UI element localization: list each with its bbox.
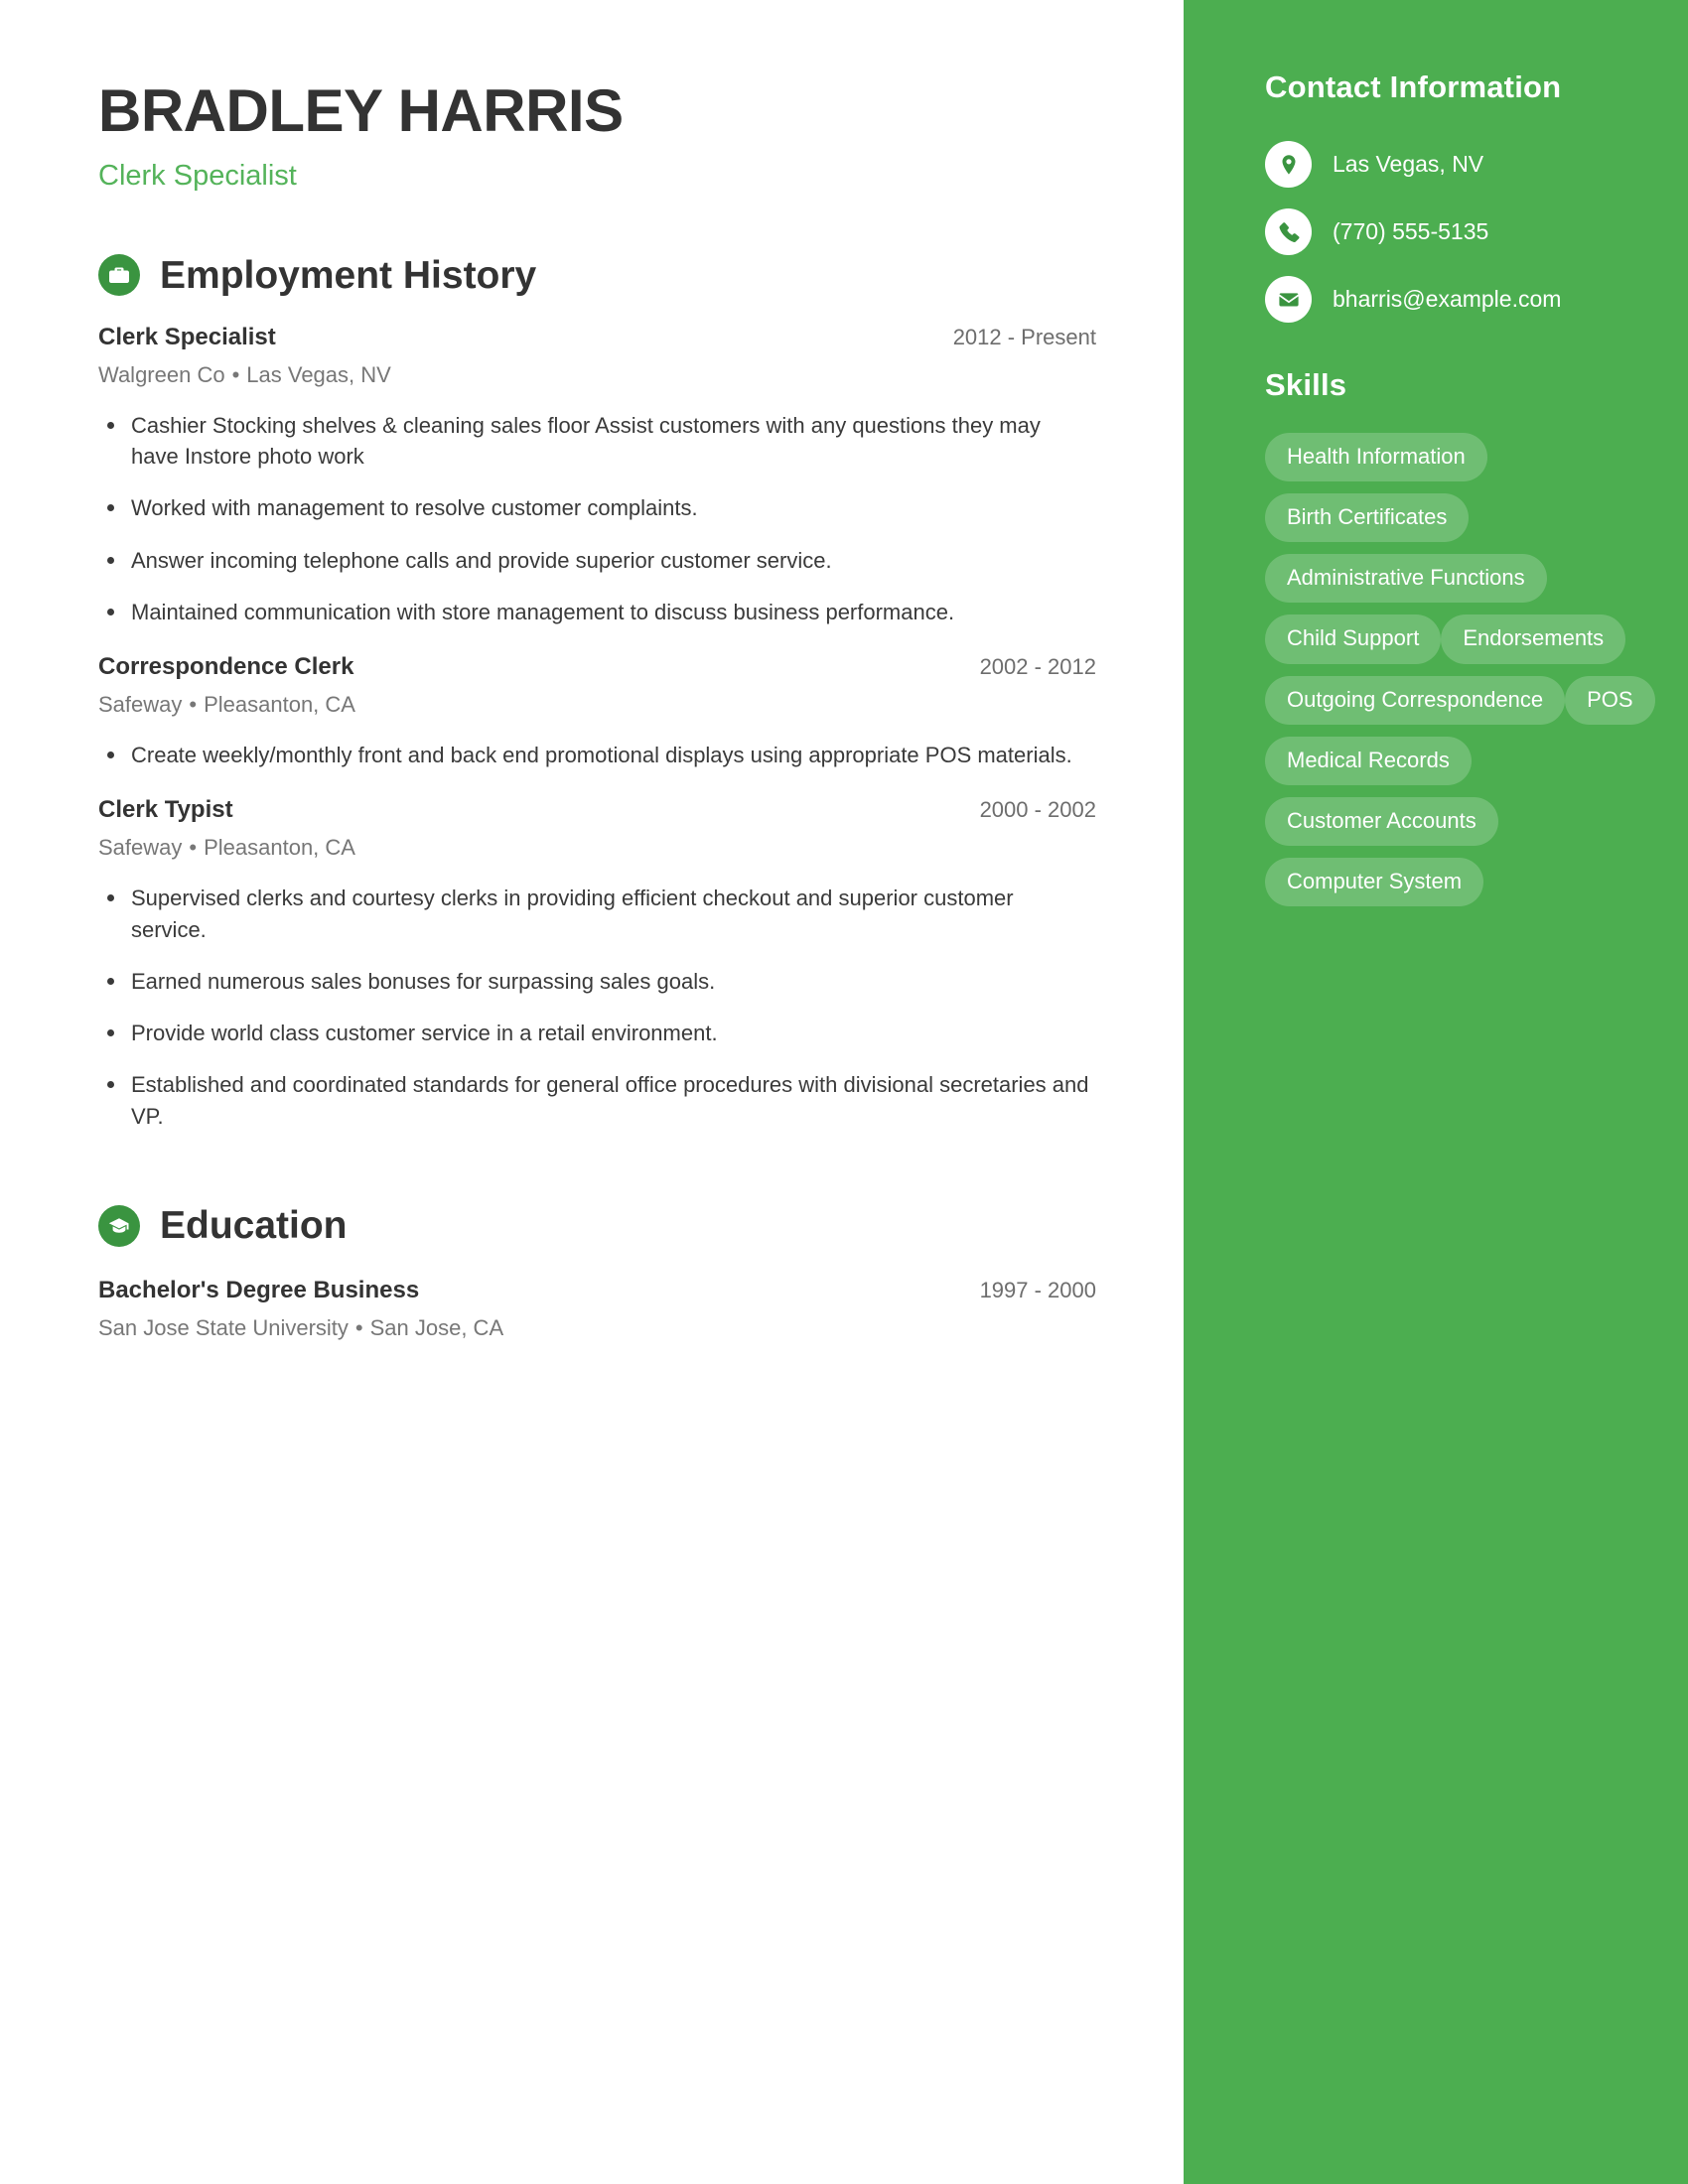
meta-separator: •	[231, 362, 240, 387]
entry-bullet: Create weekly/monthly front and back end…	[98, 740, 1091, 770]
map-pin-icon	[1265, 141, 1312, 188]
candidate-job-title: Clerk Specialist	[98, 160, 297, 192]
entry-location: Pleasanton, CA	[204, 835, 355, 861]
skill-pill: POS	[1565, 675, 1655, 725]
skill-pill: Administrative Functions	[1265, 554, 1547, 604]
meta-separator: •	[189, 835, 198, 861]
entry-location: Las Vegas, NV	[246, 362, 391, 387]
contact-list: Las Vegas, NV (770) 555-5135 bharris@examp…	[1265, 141, 1688, 323]
entry-school: San Jose State University	[98, 1314, 349, 1340]
skill-pill: Birth Certificates	[1265, 493, 1470, 543]
meta-separator: •	[189, 692, 198, 718]
entry-bullet: Supervised clerks and courtesy clerks in…	[98, 883, 1091, 944]
phone-icon	[1265, 208, 1312, 255]
employment-entry: Correspondence Clerk 2002 - 2012 Safeway • P…	[98, 653, 1096, 770]
entry-job-title: Clerk Specialist	[98, 324, 276, 350]
graduation-cap-icon	[98, 1204, 140, 1247]
entry-location: Pleasanton, CA	[204, 692, 355, 718]
entry-header-row: Clerk Specialist 2012 - Present	[98, 324, 1096, 351]
entry-dates: 2012 - Present	[952, 325, 1096, 349]
entry-bullet: Worked with management to resolve custom…	[98, 492, 1091, 523]
entry-job-title: Clerk Typist	[98, 796, 233, 824]
entry-company: Safeway	[98, 835, 183, 861]
entry-bullet: Answer incoming telephone calls and prov…	[98, 545, 1091, 576]
entry-dates: 2000 - 2002	[979, 797, 1096, 823]
entry-company: Walgreen Co	[98, 362, 225, 387]
entry-bullet-list: Create weekly/monthly front and back end…	[98, 740, 1091, 770]
entry-dates: 1997 - 2000	[979, 1277, 1096, 1302]
entry-company-location: Safeway • Pleasanton, CA	[98, 835, 1084, 861]
contact-value: bharris@example.com	[1333, 286, 1562, 312]
contact-row[interactable]: Las Vegas, NV	[1265, 141, 1688, 188]
skill-pill: Endorsements	[1441, 614, 1626, 664]
employment-section-header: Employment History	[98, 254, 1084, 296]
contact-row[interactable]: bharris@example.com	[1265, 276, 1688, 323]
contact-value: Las Vegas, NV	[1333, 151, 1484, 177]
candidate-name: BRADLEY HARRIS	[98, 77, 624, 144]
entry-location: San Jose, CA	[369, 1314, 504, 1340]
entry-degree-title: Bachelor's Degree Business	[98, 1276, 420, 1303]
contact-information-heading: Contact Information	[1265, 69, 1562, 104]
skill-pill: Medical Records	[1265, 736, 1472, 785]
employment-entry: Clerk Specialist 2012 - Present Walgreen C…	[98, 324, 1096, 627]
entry-job-title: Correspondence Clerk	[98, 653, 354, 681]
envelope-icon	[1265, 276, 1312, 323]
contact-value: (770) 555-5135	[1333, 218, 1489, 244]
meta-separator: •	[354, 1314, 363, 1340]
main-content-column: BRADLEY HARRIS Clerk Specialist Employme…	[0, 0, 1184, 2184]
entry-bullet-list: Supervised clerks and courtesy clerks in…	[98, 883, 1091, 1131]
sidebar: Contact Information Las Vegas, NV (770) 5…	[1184, 0, 1688, 2184]
entry-bullet-list: Cashier Stocking shelves & cleaning sale…	[98, 410, 1091, 627]
briefcase-icon	[98, 254, 140, 296]
entry-dates: 2002 - 2012	[979, 654, 1096, 680]
entry-header-row: Correspondence Clerk 2002 - 2012	[98, 653, 1096, 681]
skill-pill: Outgoing Correspondence	[1265, 675, 1566, 725]
entry-company-location: Walgreen Co • Las Vegas, NV	[98, 362, 1084, 388]
employment-section-title: Employment History	[160, 253, 537, 297]
entry-bullet: Provide world class customer service in …	[98, 1018, 1091, 1048]
resume-page: BRADLEY HARRIS Clerk Specialist Employme…	[0, 0, 1688, 2184]
education-entry: Bachelor's Degree Business 1997 - 2000 San…	[98, 1277, 1096, 1341]
entry-company: Safeway	[98, 692, 183, 718]
entry-bullet: Cashier Stocking shelves & cleaning sale…	[98, 410, 1091, 472]
employment-entries-list: Clerk Specialist 2012 - Present Walgreen C…	[98, 324, 1096, 1132]
entry-school-location: San Jose State University • San Jose, CA	[98, 1315, 1084, 1341]
entry-company-location: Safeway • Pleasanton, CA	[98, 692, 1084, 718]
entry-header-row: Clerk Typist 2000 - 2002	[98, 796, 1096, 824]
skill-pill: Health Information	[1265, 433, 1487, 482]
skills-list: Health Information Birth Certificates Admi…	[1265, 433, 1688, 918]
employment-entry: Clerk Typist 2000 - 2002 Safeway • Pleasanto…	[98, 796, 1096, 1131]
education-section-header: Education	[98, 1204, 1084, 1248]
education-entries-list: Bachelor's Degree Business 1997 - 2000 San…	[98, 1277, 1096, 1341]
entry-bullet: Earned numerous sales bonuses for surpas…	[98, 966, 1091, 997]
skill-pill: Customer Accounts	[1265, 796, 1498, 847]
contact-row[interactable]: (770) 555-5135	[1265, 208, 1688, 255]
education-section-title: Education	[160, 1204, 348, 1248]
skills-heading: Skills	[1265, 367, 1347, 402]
skill-pill: Child Support	[1265, 614, 1442, 664]
skill-pill: Computer System	[1265, 858, 1484, 907]
entry-header-row: Bachelor's Degree Business 1997 - 2000	[98, 1277, 1096, 1304]
entry-bullet: Established and coordinated standards fo…	[98, 1069, 1091, 1131]
entry-bullet: Maintained communication with store mana…	[98, 597, 1091, 627]
